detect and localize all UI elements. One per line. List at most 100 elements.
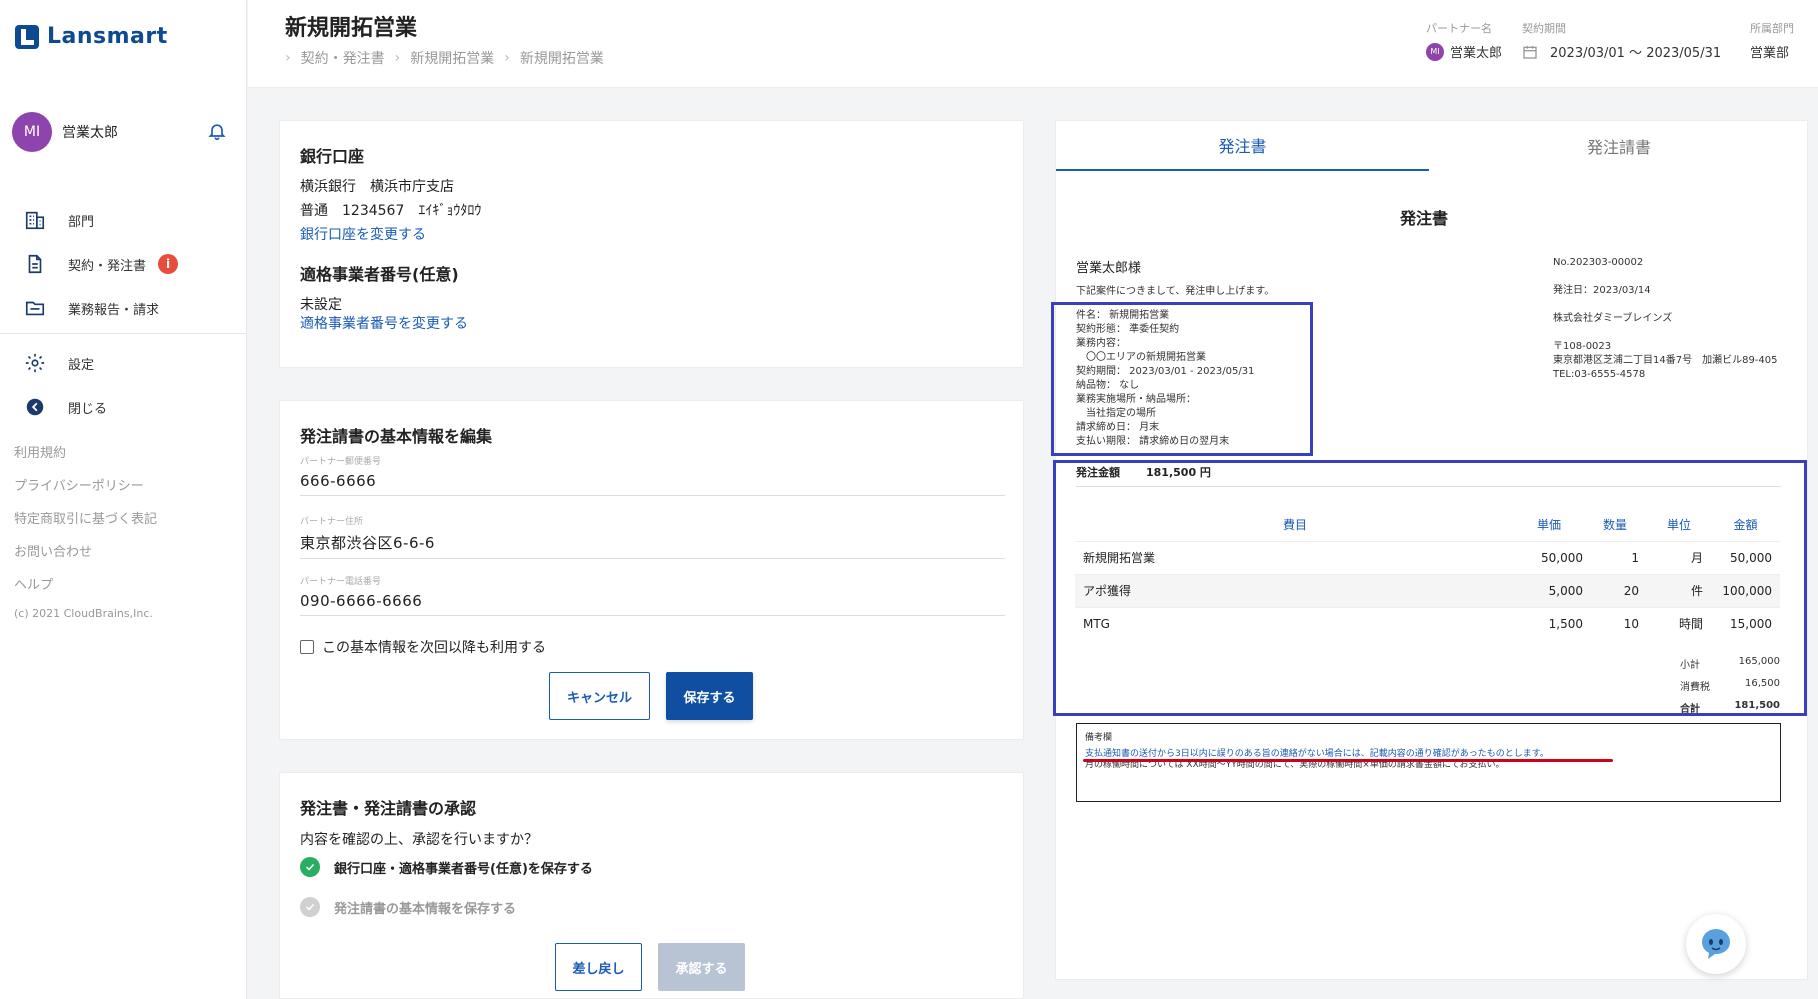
period-text: 2023/03/01 ～ 2023/05/31 xyxy=(1550,46,1722,61)
logo[interactable]: Lansmart xyxy=(15,24,168,49)
doc-company: 株式会社ダミーブレインズ xyxy=(1553,313,1673,324)
nav-label: 業務報告・請求 xyxy=(68,302,160,318)
cancel-button[interactable]: キャンセル xyxy=(549,672,650,720)
partner-label: パートナー名 xyxy=(1426,22,1492,35)
remarks-box: 備考欄 支払通知書の送付から3日以内に誤りのある旨の連絡がない場合には、記載内容… xyxy=(1076,723,1781,802)
sidebar: Lansmart MI 営業太郎 部門 契約・発注書 i 業務報告・請求 設定 … xyxy=(0,0,247,999)
nav-item-settings[interactable]: 設定 xyxy=(0,341,246,385)
field-underline xyxy=(300,495,1005,496)
document-tabs: 発注書 発注請書 xyxy=(1056,121,1809,171)
nav-item-reports[interactable]: 業務報告・請求 xyxy=(0,286,246,330)
copyright: (c) 2021 CloudBrains,Inc. xyxy=(14,607,153,620)
period-value: 2023/03/01 ～ 2023/05/31 xyxy=(1522,42,1721,61)
logo-mark-icon xyxy=(15,24,39,49)
change-invoice-number-link[interactable]: 適格事業者番号を変更する xyxy=(300,313,468,333)
field-value: 090-6666-6666 xyxy=(300,592,423,610)
breadcrumb-item[interactable]: 新規開拓営業 xyxy=(520,48,604,68)
highlight-box-amounts xyxy=(1053,460,1807,716)
doc-tel: TEL:03-6555-4578 xyxy=(1553,369,1646,380)
nav-item-contracts[interactable]: 契約・発注書 i xyxy=(0,242,246,286)
avatar: MI xyxy=(12,112,52,152)
field-label: パートナー郵便番号 xyxy=(300,457,382,467)
approval-step-1-label: 銀行口座・適格事業者番号(任意)を保存する xyxy=(334,861,593,877)
breadcrumb: › 契約・発注書 › 新規開拓営業 › 新規開拓営業 xyxy=(285,48,604,68)
approval-question: 内容を確認の上、承認を行いますか？ xyxy=(300,832,538,848)
invoice-number-title: 適格事業者番号(任意) xyxy=(300,265,459,284)
reject-button[interactable]: 差し戻し xyxy=(555,943,642,991)
basic-info-card: 発注請書の基本情報を編集 パートナー郵便番号 666-6666 パートナー住所 … xyxy=(279,400,1024,740)
chevron-right-icon: › xyxy=(285,50,291,66)
footer-link-contact[interactable]: お問い合わせ xyxy=(14,541,157,560)
field-underline xyxy=(300,558,1005,559)
doc-postal: 〒108-0023 xyxy=(1553,341,1612,352)
doc-issue-date: 発注日：2023/03/14 xyxy=(1553,285,1651,296)
user-name: 営業太郎 xyxy=(62,125,118,141)
address-field[interactable]: パートナー住所 東京都渋谷区6-6-6 xyxy=(300,514,1005,559)
user-profile[interactable]: MI 営業太郎 xyxy=(12,112,227,152)
notification-badge: i xyxy=(158,254,179,274)
highlight-box-details xyxy=(1051,302,1313,456)
reuse-checkbox-label: この基本情報を次回以降も利用する xyxy=(322,640,546,656)
doc-recipient: 営業太郎様 xyxy=(1076,261,1142,276)
secondary-nav: 設定 閉じる xyxy=(0,341,246,429)
nav-label: 閉じる xyxy=(68,401,108,417)
invoice-number-value: 未設定 xyxy=(300,297,342,313)
doc-title: 発注書 xyxy=(1400,209,1449,228)
nav-item-department[interactable]: 部門 xyxy=(0,198,246,242)
logo-text: Lansmart xyxy=(47,24,168,49)
change-bank-link[interactable]: 銀行口座を変更する xyxy=(300,224,426,244)
breadcrumb-item[interactable]: 新規開拓営業 xyxy=(410,48,494,68)
approval-card: 発注書・発注請書の承認 内容を確認の上、承認を行いますか？ 銀行口座・適格事業者… xyxy=(279,772,1024,999)
red-underline xyxy=(1083,759,1613,762)
basic-info-title: 発注請書の基本情報を編集 xyxy=(300,427,493,446)
approval-title: 発注書・発注請書の承認 xyxy=(300,799,477,818)
page-title: 新規開拓営業 xyxy=(285,16,418,41)
reuse-checkbox[interactable] xyxy=(300,640,314,654)
remarks-label: 備考欄 xyxy=(1085,733,1113,743)
tab-order-acceptance[interactable]: 発注請書 xyxy=(1429,121,1809,171)
chat-bot-icon xyxy=(1702,929,1730,959)
bank-card: 銀行口座 横浜銀行 横浜市庁支店 普通 1234567 ｴｲｷﾞｮｳﾀﾛｳ 銀行… xyxy=(279,120,1024,368)
approve-button[interactable]: 承認する xyxy=(658,943,745,991)
footer-links: 利用規約 プライバシーポリシー 特定商取引に基づく表記 お問い合わせ ヘルプ (… xyxy=(14,442,157,634)
main-nav: 部門 契約・発注書 i 業務報告・請求 xyxy=(0,198,246,330)
partner-avatar: MI xyxy=(1426,42,1444,61)
nav-divider xyxy=(0,333,246,334)
approval-step-2: 発注請書の基本情報を保存する xyxy=(300,897,516,917)
footer-link-help[interactable]: ヘルプ xyxy=(14,574,157,593)
postal-field[interactable]: パートナー郵便番号 666-6666 xyxy=(300,454,1005,496)
footer-link-terms[interactable]: 利用規約 xyxy=(14,442,157,461)
tab-purchase-order[interactable]: 発注書 xyxy=(1056,121,1429,171)
phone-field[interactable]: パートナー電話番号 090-6666-6666 xyxy=(300,574,1005,616)
check-circle-icon xyxy=(300,857,320,877)
nav-item-close[interactable]: 閉じる xyxy=(0,385,246,429)
calendar-icon xyxy=(1523,45,1537,59)
breadcrumb-item[interactable]: 契約・発注書 xyxy=(301,48,385,68)
doc-number: No.202303-00002 xyxy=(1553,257,1644,268)
save-button[interactable]: 保存する xyxy=(666,672,753,720)
dept-label: 所属部門 xyxy=(1750,22,1794,35)
reuse-checkbox-row[interactable]: この基本情報を次回以降も利用する xyxy=(300,637,546,657)
doc-intro: 下記案件につきまして、発注申し上げます。 xyxy=(1076,286,1275,297)
field-value: 666-6666 xyxy=(300,472,377,490)
bell-icon[interactable] xyxy=(207,120,227,142)
footer-link-privacy[interactable]: プライバシーポリシー xyxy=(14,475,157,494)
nav-label: 部門 xyxy=(68,214,95,230)
partner-name: 営業太郎 xyxy=(1450,46,1503,61)
page-header: 新規開拓営業 › 契約・発注書 › 新規開拓営業 › 新規開拓営業 パートナー名… xyxy=(248,0,1818,88)
doc-address: 東京都港区芝浦二丁目14番7号 加瀬ビル89-405 xyxy=(1553,355,1778,366)
approval-step-2-label: 発注請書の基本情報を保存する xyxy=(334,901,517,917)
chat-button[interactable] xyxy=(1686,914,1746,974)
dept-value: 営業部 xyxy=(1750,46,1790,61)
bank-title: 銀行口座 xyxy=(300,147,365,166)
arrow-left-icon xyxy=(26,398,44,416)
bank-line2: 普通 1234567 ｴｲｷﾞｮｳﾀﾛｳ xyxy=(300,203,482,219)
footer-link-commerce[interactable]: 特定商取引に基づく表記 xyxy=(14,508,157,527)
nav-label: 契約・発注書 xyxy=(68,258,147,274)
nav-label: 設定 xyxy=(68,357,95,373)
field-underline xyxy=(300,615,1005,616)
building-icon xyxy=(25,211,45,230)
approval-step-1: 銀行口座・適格事業者番号(任意)を保存する xyxy=(300,857,593,877)
field-label: パートナー電話番号 xyxy=(300,577,382,587)
document-icon xyxy=(28,254,42,274)
